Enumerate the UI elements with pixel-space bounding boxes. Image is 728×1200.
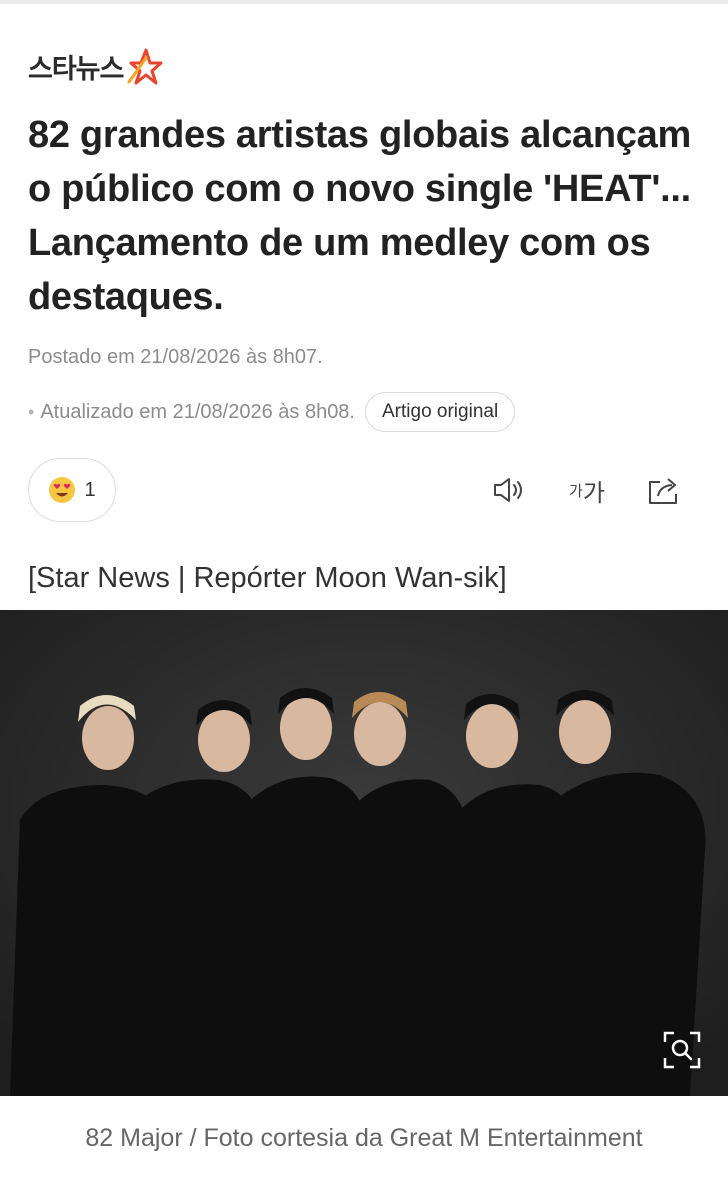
photo-caption: 82 Major / Foto cortesia da Great M Ente… [85,1124,643,1152]
updated-row: • Atualizado em 21/08/2026 às 8h08. Arti… [28,392,516,432]
font-big-glyph: 가 [582,478,605,507]
site-logo[interactable]: 스타뉴스 [28,44,165,88]
zoom-scan-icon [663,1031,701,1069]
updated-date: Atualizado em 21/08/2026 às 8h08. [40,400,355,423]
bullet-dot: • [28,401,35,422]
top-divider [0,0,728,4]
star-logo-icon [127,48,163,85]
share-icon [649,478,677,504]
font-small-glyph: 가 [569,481,583,500]
group-photo-image [0,610,728,1096]
article-byline: [Star News | Repórter Moon Wan-sik] [28,562,507,594]
article-headline: 82 grandes artistas globais alcançam o p… [28,114,691,318]
original-article-button[interactable]: Artigo original [365,392,516,432]
posted-date: Postado em 21/08/2026 às 8h07. [28,346,323,368]
logo-text: 스타뉴스 [28,53,124,85]
heart-eyes-emoji-icon [49,477,76,503]
share-button[interactable] [644,470,684,510]
font-size-button[interactable]: 가 가 [562,470,612,510]
read-aloud-button[interactable] [490,470,530,510]
reaction-count: 1 [84,478,96,501]
zoom-button[interactable] [656,1024,708,1076]
article-photo[interactable] [0,610,728,1096]
speaker-icon [494,478,522,502]
reaction-button[interactable]: 1 [28,458,116,522]
